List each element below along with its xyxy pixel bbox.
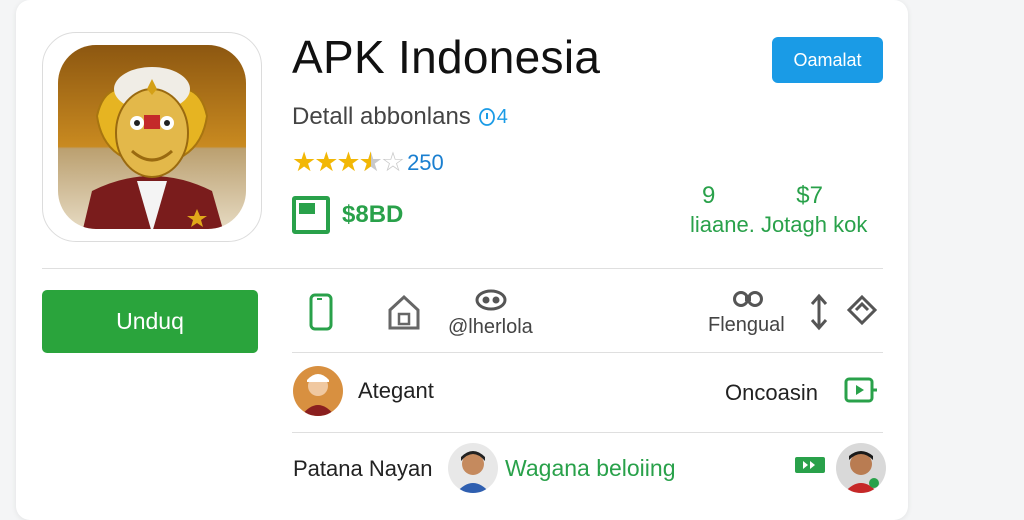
rating-row: ★★★★ ★ ☆ 250 (292, 147, 444, 178)
binoculars-icon[interactable] (732, 286, 764, 312)
price-value: $8BD (342, 201, 404, 228)
toolbar-item-label-4: Flengual (708, 314, 785, 336)
stats-label: liaane. Jotagh kok (690, 212, 868, 237)
stat-value-1: 9 (702, 182, 716, 209)
divider (292, 352, 883, 353)
avatar[interactable] (293, 366, 343, 416)
forward-icon[interactable] (794, 456, 826, 474)
divider (42, 268, 883, 269)
app-title: APK Indonesia (292, 31, 601, 83)
app-subtitle-row: Detall abbonlans 4 (292, 103, 508, 131)
video-icon[interactable] (843, 374, 879, 406)
stat-value-2: $7 (796, 182, 823, 209)
tag-icon[interactable] (845, 293, 879, 327)
row-right-label: Oncoasin (725, 380, 818, 405)
phone-icon[interactable] (306, 292, 336, 332)
avatar[interactable] (448, 443, 498, 493)
download-button[interactable]: Unduq (42, 290, 258, 353)
info-badge-count: 4 (496, 105, 508, 128)
row-name: Ategant (358, 378, 434, 403)
link-icon[interactable] (474, 288, 508, 312)
app-logo-icon (42, 32, 262, 242)
app-subtitle: Detall abbonlans (292, 103, 471, 130)
sort-icon[interactable] (806, 292, 832, 332)
info-icon (478, 108, 495, 126)
star-rating: ★★★★ ★ ☆ (292, 147, 405, 177)
price-tag-icon (292, 196, 330, 234)
row-name: Patana Nayan (293, 456, 433, 481)
toolbar-item-label-3: @lherlola (448, 316, 533, 338)
rating-count: 250 (407, 149, 444, 175)
home-icon[interactable] (385, 291, 423, 333)
avatar[interactable] (836, 443, 886, 493)
stats-block: 9 $7 liaane. Jotagh kok (690, 182, 885, 238)
price-row: $8BD (292, 196, 403, 234)
info-badge[interactable]: 4 (478, 105, 508, 129)
primary-action-button[interactable]: Oamalat (772, 37, 883, 83)
row-middle-label: Wagana beloiing (505, 455, 676, 481)
divider (292, 432, 883, 433)
